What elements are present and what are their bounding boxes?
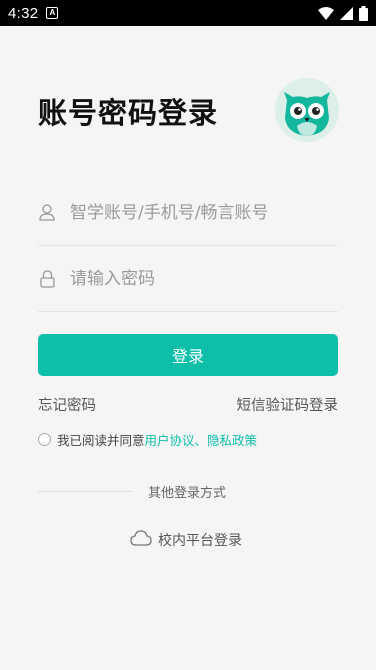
- signal-icon: [340, 6, 353, 20]
- login-button[interactable]: 登录: [38, 334, 338, 376]
- owl-logo-icon: [275, 78, 339, 142]
- battery-icon: [359, 5, 368, 21]
- account-field-row: [38, 180, 338, 246]
- forgot-password-link[interactable]: 忘记密码: [38, 394, 96, 415]
- agreement-separator: 、: [194, 433, 208, 448]
- privacy-policy-link[interactable]: 隐私政策: [207, 430, 257, 449]
- agreement-prefix: 我已阅读并同意: [57, 433, 145, 448]
- campus-login-button[interactable]: 校内平台登录: [130, 530, 242, 550]
- divider-line: [38, 491, 132, 492]
- status-time: 4:32: [8, 4, 39, 22]
- agreement-row: 我已阅读并同意 用户协议 、 隐私政策: [38, 430, 257, 449]
- page-title: 账号密码登录: [38, 96, 219, 130]
- wifi-icon: [318, 6, 334, 20]
- notification-icon: A: [46, 7, 59, 19]
- password-field-row: [38, 246, 338, 312]
- user-icon: [38, 204, 56, 222]
- campus-login-label: 校内平台登录: [158, 533, 242, 549]
- cloud-icon: [130, 530, 152, 550]
- user-agreement-link[interactable]: 用户协议: [145, 430, 195, 449]
- agreement-checkbox[interactable]: [38, 433, 51, 446]
- sms-login-link[interactable]: 短信验证码登录: [237, 394, 339, 415]
- password-input[interactable]: [70, 268, 320, 289]
- lock-icon: [38, 269, 56, 288]
- other-login-divider: 其他登录方式: [38, 482, 338, 501]
- links-row: 忘记密码 短信验证码登录: [38, 394, 338, 415]
- other-login-label: 其他登录方式: [148, 486, 227, 501]
- account-input[interactable]: [70, 202, 320, 223]
- status-bar: 4:32 A: [0, 0, 376, 26]
